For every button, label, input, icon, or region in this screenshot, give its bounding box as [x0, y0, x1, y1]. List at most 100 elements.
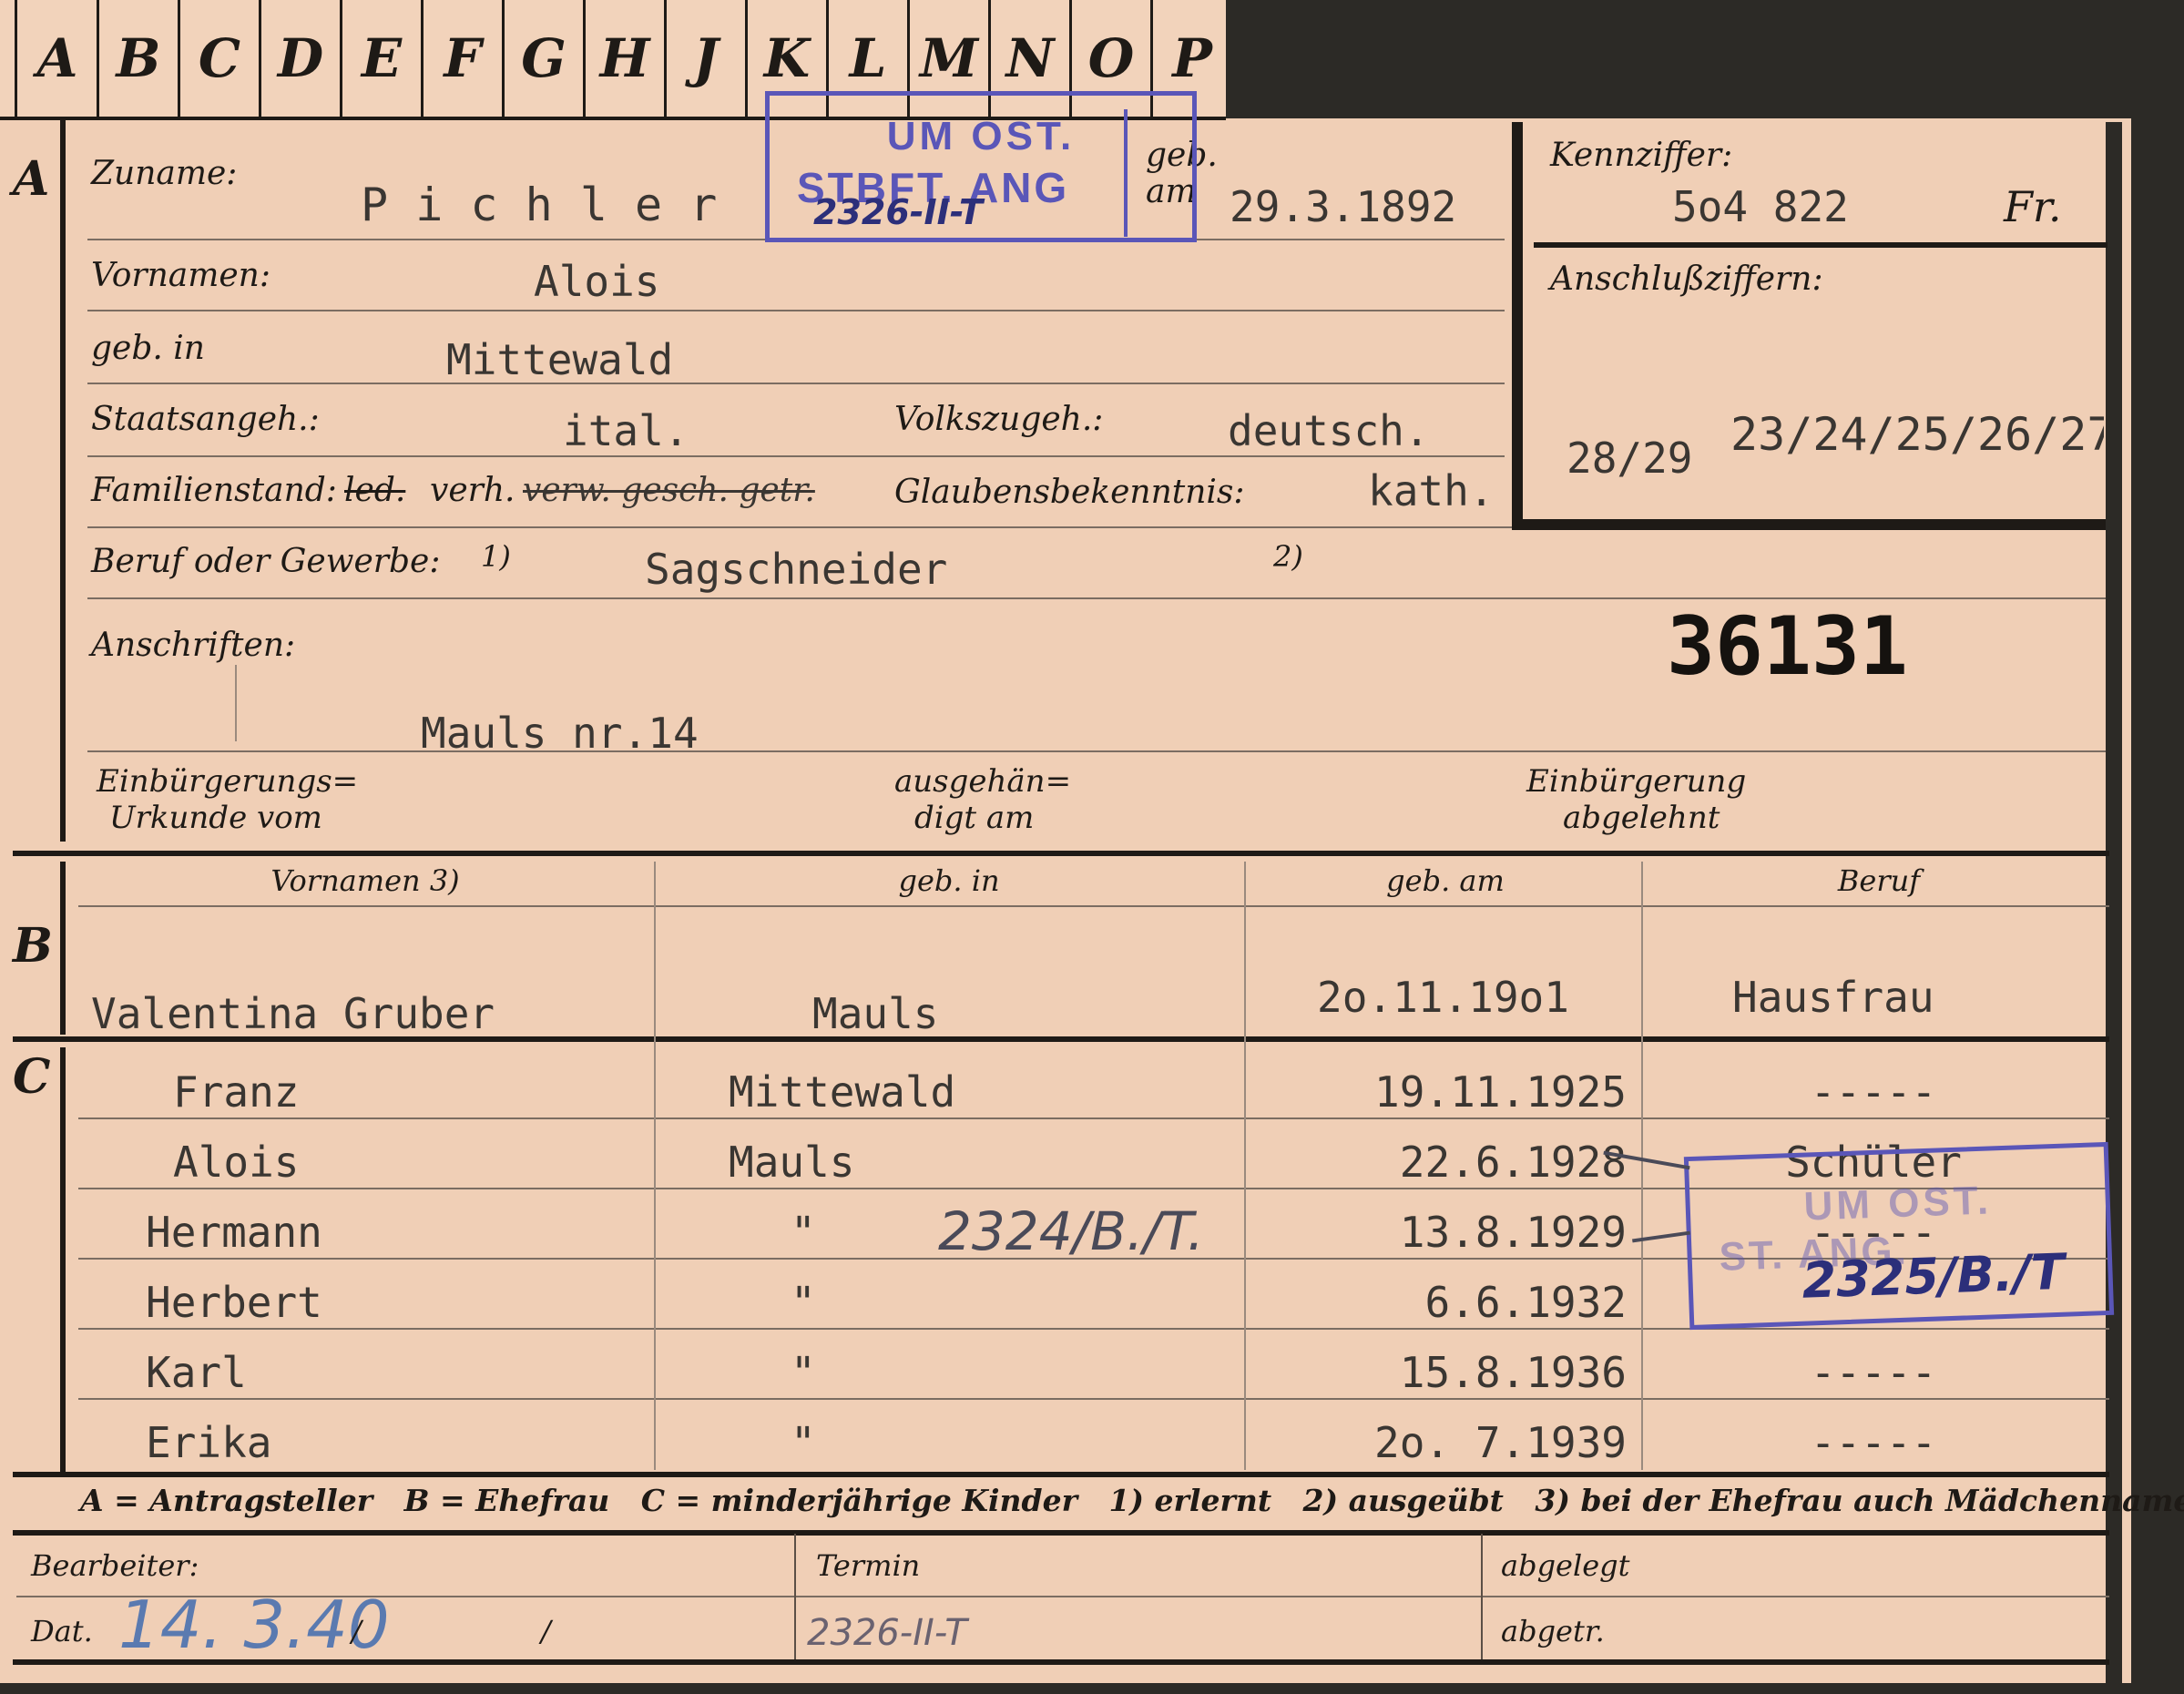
connection-label: Anschlußziffern: [1550, 260, 1823, 298]
children-handwritten-note: 2324/B./T. [938, 1200, 1204, 1262]
child-occupation: ----- [1810, 1418, 1937, 1467]
date-separator-1: / [352, 1614, 362, 1648]
tab-f[interactable]: F [424, 0, 505, 117]
child-first-name: Franz [173, 1067, 300, 1117]
section-b-c-separator [13, 1036, 2109, 1042]
child-born-in: " [791, 1418, 816, 1467]
born-on-value: 29.3.1892 [1230, 182, 1457, 231]
occupation-note-2: 2) [1273, 539, 1303, 574]
header-born-in: geb. in [898, 863, 1000, 898]
registration-card: ABCDEFGHJKLMNOP A Zuname: P i c h l e r … [0, 0, 2184, 1689]
child-first-name: Erika [146, 1418, 272, 1467]
child-first-name: Karl [146, 1348, 247, 1397]
religion-label: Glaubensbekenntnis: [894, 474, 1245, 511]
tab-a[interactable]: A [18, 0, 99, 117]
child-born-on: 2o. 7.1939 [1374, 1418, 1627, 1467]
child-born-on: 15.8.1936 [1399, 1348, 1627, 1397]
code-suffix: Fr. [2004, 182, 2062, 231]
child-first-name: Alois [173, 1138, 300, 1187]
footer-column-rule [794, 1534, 796, 1661]
occupation-label: Beruf oder Gewerbe: [91, 543, 441, 580]
id-box-left-border [1512, 122, 1523, 530]
child-born-on: 19.11.1925 [1374, 1067, 1627, 1117]
footer-column-rule [1481, 1534, 1483, 1661]
deadline-label: Termin [816, 1548, 921, 1583]
card-bottom-rule [13, 1659, 2109, 1665]
citizenship-label: Staatsangeh.: [91, 401, 320, 438]
tab-h[interactable]: H [586, 0, 667, 117]
tab-e[interactable]: E [342, 0, 424, 117]
spouse-born-in: Mauls [812, 989, 939, 1038]
connection-value-2: 23/24/25/26/27/2 [1730, 408, 2104, 461]
header-occupation: Beruf [1837, 863, 1921, 898]
child-first-name: Hermann [146, 1208, 322, 1257]
child-born-on: 6.6.1932 [1424, 1278, 1627, 1327]
date-value: 14. 3.40 [118, 1587, 390, 1663]
spouse-born-on: 2o.11.19o1 [1317, 973, 1569, 1022]
child-born-on: 22.6.1928 [1399, 1138, 1627, 1187]
born-in-label: geb. in [91, 330, 205, 367]
stamp-top-line1: UM OST. [886, 114, 1076, 158]
section-b-letter: B [13, 918, 53, 974]
handed-label-1: ausgehän= [894, 763, 1072, 800]
date-separator-2: / [541, 1614, 551, 1648]
tab-g[interactable]: G [505, 0, 586, 117]
spouse-occupation: Hausfrau [1732, 973, 1934, 1022]
stamp-children-handwritten: 2325/B./T [1801, 1242, 2066, 1310]
handed-label-2: digt am [914, 800, 1035, 836]
tab-j[interactable]: J [667, 0, 748, 117]
id-box-bottom-border [1512, 519, 2111, 530]
row-rule [87, 383, 1505, 384]
table-row: Karl " 15.8.1936 ----- [0, 1330, 2109, 1400]
surname-value: P i c h l e r [361, 179, 718, 231]
born-in-value: Mittewald [446, 335, 674, 384]
office-stamp-children: UM OST. ST. ANG. 2325/B./T [1683, 1141, 2115, 1331]
child-born-in: " [791, 1278, 816, 1327]
row-rule [87, 455, 1505, 457]
child-first-name: Herbert [146, 1278, 322, 1327]
id-box-divider [1534, 242, 2107, 248]
religion-value: kath. [1368, 466, 1495, 515]
legend-footer-separator [13, 1530, 2109, 1536]
stamp-top-handwritten: 2326-II-T [813, 192, 983, 232]
tab-left-border [15, 0, 17, 117]
surname-label: Zuname: [91, 155, 238, 192]
row-rule [87, 310, 1505, 311]
code-label: Kennziffer: [1550, 137, 1733, 174]
ethnicity-label: Volkszugeh.: [894, 401, 1104, 438]
child-born-on: 13.8.1929 [1399, 1208, 1627, 1257]
first-names-label: Vornamen: [91, 257, 270, 294]
connection-value-1: 28/29 [1567, 434, 1693, 483]
section-c-legend-separator [13, 1472, 2109, 1477]
rejected-label-1: Einbürgerung [1526, 763, 1747, 800]
office-stamp-top: UM OST. STBFT. ANG 2326-II-T [765, 91, 1197, 242]
child-born-in: Mittewald [729, 1067, 956, 1117]
column-rule [654, 862, 656, 1470]
date-label: Dat. [31, 1614, 93, 1648]
stamp-top-divider [1124, 109, 1128, 237]
marital-status-value: verh. [430, 472, 515, 509]
citizenship-value: ital. [563, 406, 689, 455]
rejected-label-2: abgelehnt [1563, 800, 1720, 836]
tab-b[interactable]: B [99, 0, 180, 117]
tab-d[interactable]: D [261, 0, 342, 117]
child-born-in: " [791, 1208, 816, 1257]
filed-label: abgelegt [1501, 1548, 1630, 1583]
child-occupation: ----- [1810, 1348, 1937, 1397]
child-born-in: " [791, 1348, 816, 1397]
section-a-b-separator [13, 851, 2109, 856]
card-number: 36131 [1667, 599, 1908, 693]
naturalization-doc-label-2: Urkunde vom [109, 800, 322, 836]
occupation-value: Sagschneider [645, 545, 948, 594]
child-born-in: Mauls [729, 1138, 855, 1187]
column-rule [1244, 862, 1246, 1470]
naturalization-doc-label-1: Einbürgerungs= [97, 763, 359, 800]
tab-c[interactable]: C [180, 0, 261, 117]
address-tick [235, 665, 237, 741]
section-a-left-rule [60, 120, 66, 842]
processor-label: Bearbeiter: [31, 1548, 199, 1583]
header-first-names: Vornamen 3) [270, 863, 460, 898]
spouse-name: Valentina Gruber [91, 989, 495, 1038]
code-value: 5o4 822 [1672, 182, 1849, 231]
first-names-value: Alois [534, 257, 660, 306]
